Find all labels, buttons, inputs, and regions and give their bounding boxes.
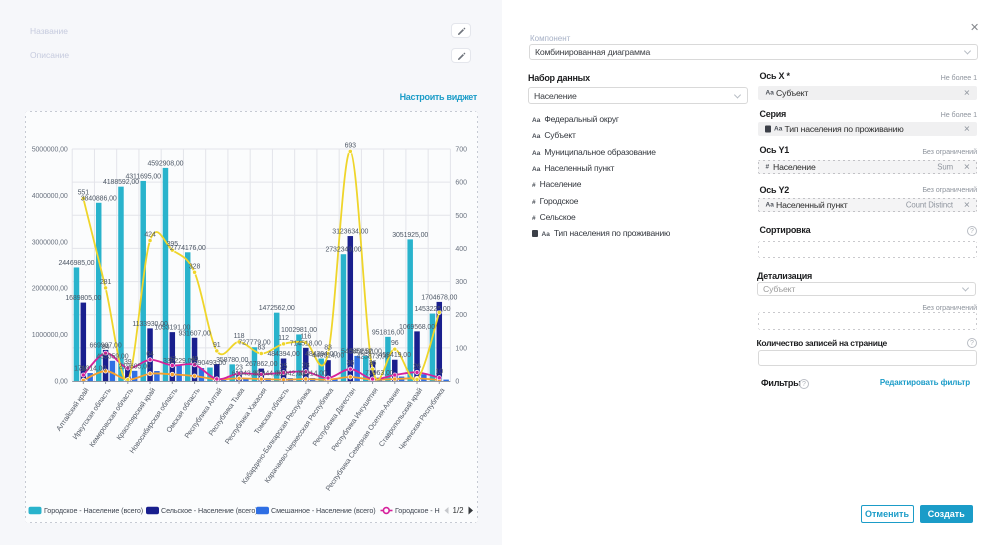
svg-text:112: 112 [278, 335, 289, 342]
svg-text:5000000,00: 5000000,00 [32, 147, 68, 154]
svg-text:84: 84 [102, 344, 110, 351]
svg-text:424: 424 [144, 231, 156, 238]
svg-text:3051925,00: 3051925,00 [392, 232, 428, 239]
svg-text:Городское - Н: Городское - Н [395, 506, 440, 515]
svg-text:700: 700 [455, 147, 467, 154]
svg-text:25: 25 [280, 364, 288, 371]
svg-text:Смешанное - Население (всего): Смешанное - Население (всего) [271, 506, 376, 515]
svg-text:100: 100 [455, 345, 467, 352]
svg-text:1/2: 1/2 [453, 506, 465, 515]
svg-text:2000000,00: 2000000,00 [32, 286, 68, 293]
svg-text:0: 0 [455, 379, 459, 386]
svg-text:Сельское - Население (всего): Сельское - Население (всего) [161, 506, 258, 515]
svg-text:1689805,00: 1689805,00 [65, 295, 101, 302]
svg-text:1472562,00: 1472562,00 [259, 305, 295, 312]
svg-text:0,00: 0,00 [54, 379, 67, 386]
svg-text:395: 395 [167, 241, 179, 248]
svg-text:39: 39 [124, 359, 132, 366]
svg-text:4592908,00: 4592908,00 [147, 160, 183, 167]
svg-text:1069568,00: 1069568,00 [399, 324, 435, 331]
svg-text:47: 47 [169, 356, 177, 363]
svg-text:448914,00: 448914,00 [312, 353, 344, 360]
svg-text:400: 400 [455, 246, 467, 253]
svg-text:727779,00: 727779,00 [238, 340, 270, 347]
svg-text:1453225,00: 1453225,00 [414, 306, 450, 313]
svg-text:1002981,00: 1002981,00 [281, 327, 317, 334]
svg-text:931607,00: 931607,00 [178, 330, 210, 337]
svg-text:64914,00: 64914,00 [298, 370, 327, 377]
svg-text:328: 328 [189, 263, 201, 270]
svg-text:28: 28 [302, 363, 310, 370]
svg-text:34: 34 [80, 366, 88, 373]
svg-text:96: 96 [391, 340, 399, 347]
svg-text:300: 300 [455, 279, 467, 286]
svg-text:116: 116 [300, 334, 311, 341]
svg-text:267862,00: 267862,00 [245, 361, 277, 368]
svg-text:83: 83 [324, 344, 332, 351]
svg-text:714518,00: 714518,00 [290, 340, 322, 347]
svg-text:Городское - Население (всего): Городское - Население (всего) [44, 506, 143, 515]
svg-text:26: 26 [413, 363, 421, 370]
svg-text:10: 10 [435, 369, 443, 376]
svg-text:64: 64 [146, 351, 154, 358]
svg-text:693: 693 [345, 142, 357, 149]
svg-text:200: 200 [455, 312, 467, 319]
svg-text:4000000,00: 4000000,00 [32, 193, 68, 200]
svg-text:1000000,00: 1000000,00 [32, 332, 68, 339]
svg-text:2732349,00: 2732349,00 [325, 247, 361, 254]
svg-text:551: 551 [78, 189, 90, 196]
svg-text:3000000,00: 3000000,00 [32, 239, 68, 246]
svg-text:36: 36 [346, 360, 354, 367]
svg-text:36: 36 [369, 360, 377, 367]
svg-text:72963,00: 72963,00 [365, 370, 394, 377]
svg-text:358780,00: 358780,00 [216, 357, 248, 364]
svg-text:4311695,00: 4311695,00 [125, 173, 161, 180]
svg-text:484394,00: 484394,00 [267, 351, 299, 358]
svg-text:83: 83 [258, 344, 266, 351]
svg-text:500: 500 [455, 213, 467, 220]
svg-text:2446985,00: 2446985,00 [58, 260, 94, 267]
svg-text:1704678,00: 1704678,00 [421, 294, 457, 301]
svg-text:458419,00: 458419,00 [379, 352, 411, 359]
svg-text:49: 49 [191, 356, 199, 363]
svg-text:3123634,00: 3123634,00 [332, 229, 368, 236]
svg-text:118: 118 [234, 333, 245, 340]
svg-text:281: 281 [100, 279, 112, 286]
svg-text:91: 91 [213, 342, 221, 349]
svg-text:23: 23 [235, 364, 243, 371]
svg-text:600: 600 [455, 180, 467, 187]
